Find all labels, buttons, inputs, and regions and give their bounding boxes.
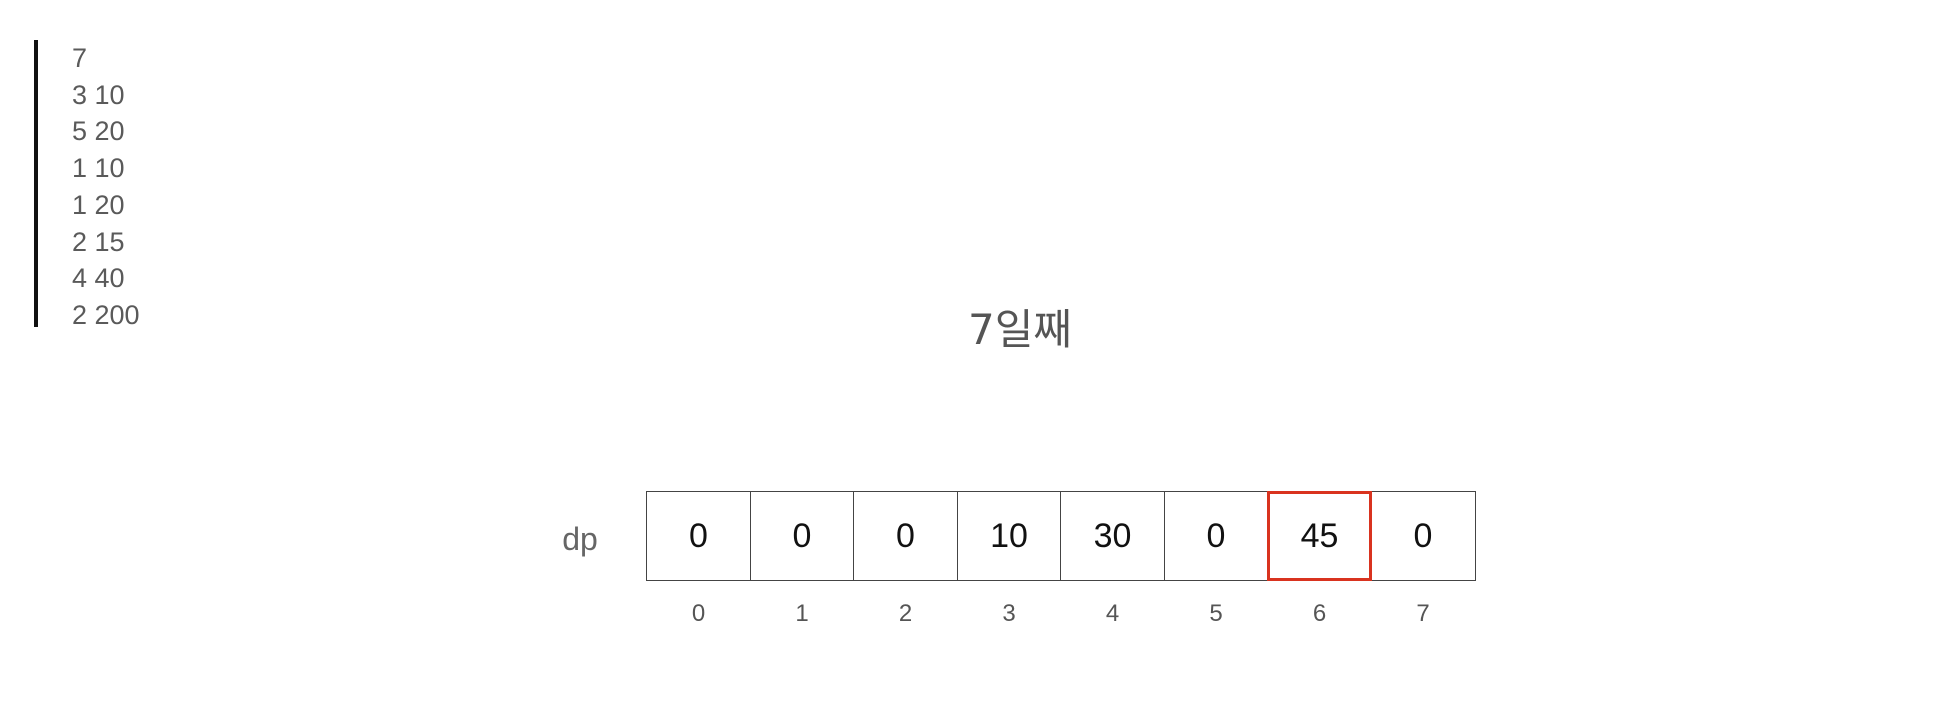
dp-index-5: 5 xyxy=(1209,600,1223,627)
dp-cell-4: 30 xyxy=(1060,491,1165,581)
input-line-4: 1 20 xyxy=(72,189,125,220)
dp-index-6: 6 xyxy=(1312,600,1327,627)
input-line-7: 2 200 xyxy=(72,299,140,330)
dp-index-2: 2 xyxy=(898,600,913,627)
input-line-6: 4 40 xyxy=(72,263,125,294)
dp-index-0: 0 xyxy=(691,600,706,627)
dp-index-1: 1 xyxy=(795,600,809,627)
input-block: 7 3 10 5 20 1 10 1 20 2 15 4 40 2 200 xyxy=(34,40,140,330)
dp-cell-3: 10 xyxy=(956,491,1062,581)
input-line-3: 1 10 xyxy=(72,153,125,184)
input-line-count: 7 xyxy=(72,43,88,73)
dp-array: 0 0 0 10 30 0 45 0 xyxy=(646,491,1476,581)
dp-cell-6: 45 xyxy=(1267,491,1372,581)
dp-cell-0: 0 xyxy=(646,491,751,581)
dp-cell-7: 0 xyxy=(1370,491,1476,581)
day-title: 7일째 xyxy=(967,305,1072,354)
dp-index-7: 7 xyxy=(1416,600,1430,627)
dp-array-label: dp xyxy=(562,521,598,557)
input-line-1: 3 10 xyxy=(72,79,125,110)
dp-index-row: 0 1 2 3 4 5 6 7 xyxy=(646,600,1476,628)
dp-index-3: 3 xyxy=(1002,600,1016,627)
input-line-5: 2 15 xyxy=(72,226,125,257)
dp-index-4: 4 xyxy=(1105,600,1120,627)
input-line-2: 5 20 xyxy=(72,116,125,147)
dp-cell-2: 0 xyxy=(853,491,958,581)
dp-cell-1: 0 xyxy=(749,491,855,581)
dp-cell-5: 0 xyxy=(1163,491,1269,581)
